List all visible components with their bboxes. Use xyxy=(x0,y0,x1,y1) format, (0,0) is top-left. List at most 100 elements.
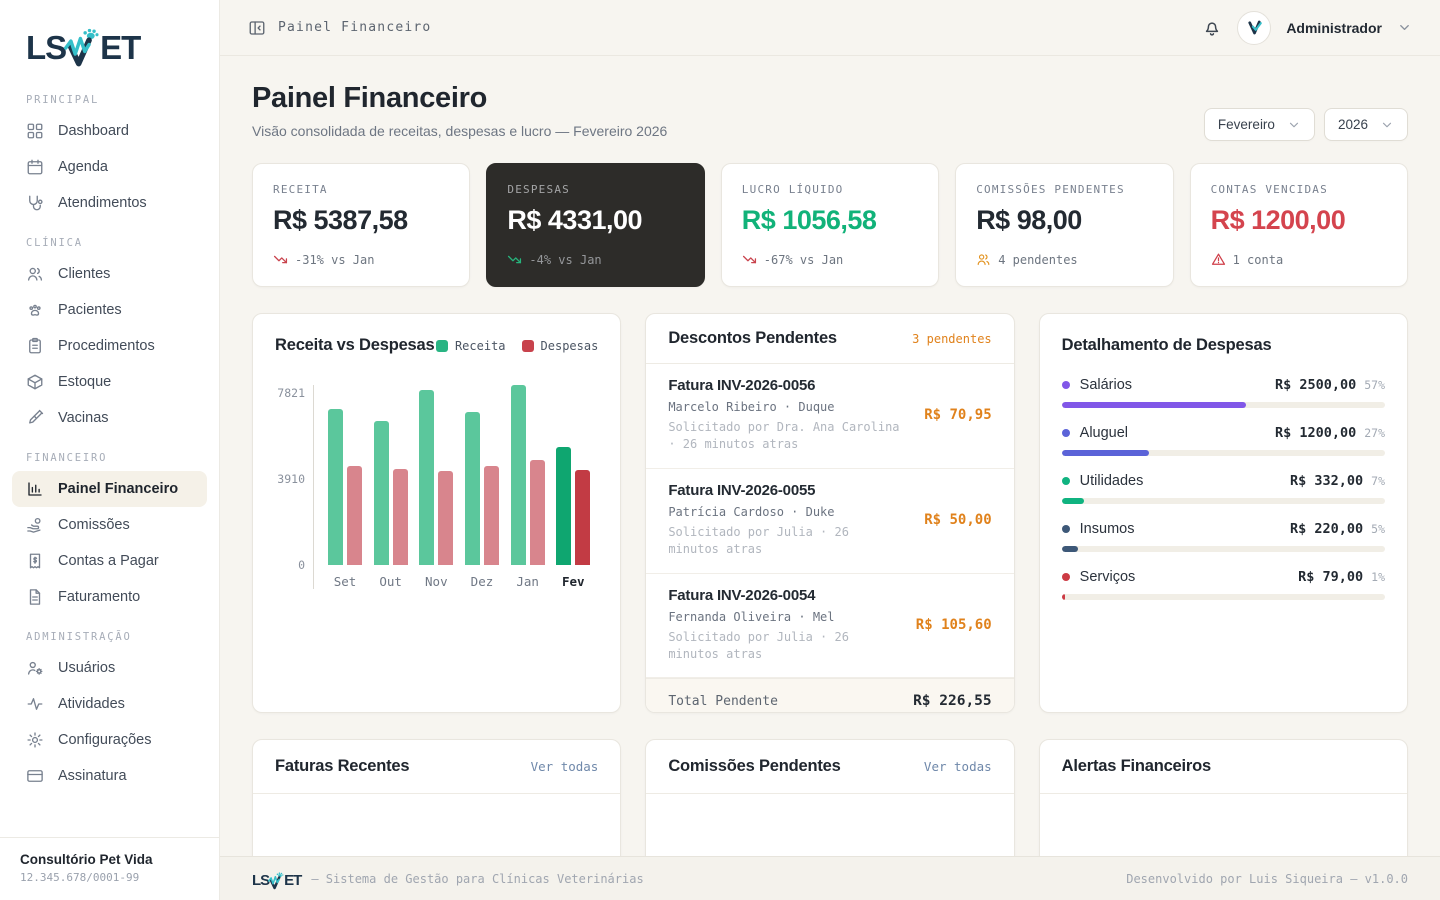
expense-row-salarios: Salários R$ 2500,00 57% xyxy=(1061,377,1385,408)
category-name: Insumos xyxy=(1079,521,1135,537)
sidebar-item-atendimentos[interactable]: Atendimentos xyxy=(12,185,207,221)
receita-bar xyxy=(419,389,435,565)
legend-label: Despesas xyxy=(540,338,599,353)
page-content: Painel Financeiro Visão consolidada de r… xyxy=(220,56,1440,856)
despesas-bar xyxy=(392,468,408,565)
topbar: Painel Financeiro Administrador xyxy=(220,0,1440,56)
sidebar-item-configuracoes[interactable]: Configurações xyxy=(12,722,207,758)
sidebar-item-label: Usuários xyxy=(58,660,116,676)
sidebar-toggle-icon[interactable] xyxy=(248,19,266,37)
sidebar-item-label: Faturamento xyxy=(58,589,141,605)
ver-todas-link[interactable]: Ver todas xyxy=(531,759,599,774)
footer-logo-prefix: LS xyxy=(252,871,270,889)
user-menu-chevron-down-icon[interactable] xyxy=(1397,20,1412,35)
sidebar-item-faturamento[interactable]: Faturamento xyxy=(12,579,207,615)
paw-icon xyxy=(26,301,44,319)
despesas-bar xyxy=(483,466,499,565)
kpi-value: R$ 1056,58 xyxy=(741,205,877,235)
sidebar-item-usuarios[interactable]: Usuários xyxy=(12,650,207,686)
category-progress-fill xyxy=(1061,498,1085,504)
sidebar-item-label: Procedimentos xyxy=(58,338,155,354)
invoice-title: Fatura INV-2026-0055 xyxy=(668,481,816,499)
kpi-card-receita[interactable]: RECEITA R$ 5387,58 -31% vs Jan xyxy=(252,163,471,287)
sidebar-item-vacinas[interactable]: Vacinas xyxy=(12,400,207,436)
y-axis-tick: 7821 xyxy=(277,386,305,401)
month-select-value: Fevereiro xyxy=(1217,117,1275,132)
sidebar-item-agenda[interactable]: Agenda xyxy=(12,149,207,185)
kpi-card-comissoes-pendentes[interactable]: COMISSÕES PENDENTES R$ 98,00 4 pendentes xyxy=(955,163,1174,287)
kpi-trend-text: -31% vs Jan xyxy=(295,252,375,267)
category-name: Salários xyxy=(1079,377,1133,393)
category-progress-fill xyxy=(1061,402,1246,408)
bar-chart: 7821 3910 0 Set Out Nov Dez Jan Fev xyxy=(275,385,598,589)
card-title: Alertas Financeiros xyxy=(1061,757,1212,775)
activity-icon xyxy=(26,695,44,713)
despesas-bar xyxy=(575,469,591,565)
kpi-card-lucro-liquido[interactable]: LUCRO LÍQUIDO R$ 1056,58 -67% vs Jan xyxy=(720,163,940,287)
chevron-down-icon xyxy=(1287,118,1301,132)
chart-plot: Set Out Nov Dez Jan Fev xyxy=(313,385,598,589)
month-select[interactable]: Fevereiro xyxy=(1203,108,1315,141)
pending-total-row: Total Pendente R$ 226,55 xyxy=(646,678,1014,712)
legend-swatch xyxy=(521,339,534,352)
footer-logo-suffix: ET xyxy=(284,871,302,889)
logo-text-prefix: LS xyxy=(26,29,67,66)
sidebar-item-assinatura[interactable]: Assinatura xyxy=(12,758,207,794)
revenue-vs-expenses-chart-card: Receita vs Despesas Receita Despesas 7821… xyxy=(252,313,622,713)
discount-item-fatura-inv-2026-0056[interactable]: Fatura INV-2026-0056 Marcelo Ribeiro · Du… xyxy=(646,364,1014,469)
sidebar-item-comissoes[interactable]: Comissões xyxy=(12,507,207,543)
despesas-bar xyxy=(347,466,362,565)
page-subtitle: Visão consolidada de receitas, despesas … xyxy=(252,123,668,139)
settings-icon xyxy=(26,731,44,749)
sidebar-item-painel-financeiro[interactable]: Painel Financeiro xyxy=(12,471,207,507)
legend-item-receita: Receita xyxy=(435,339,506,353)
category-progress-fill xyxy=(1061,546,1078,552)
sidebar-item-label: Atendimentos xyxy=(58,195,147,211)
kpi-card-despesas[interactable]: DESPESAS R$ 4331,00 -4% vs Jan xyxy=(486,163,705,287)
user-menu-label[interactable]: Administrador xyxy=(1286,20,1382,36)
category-amount: R$ 79,00 xyxy=(1298,569,1364,585)
kpi-value: R$ 98,00 xyxy=(976,205,1082,235)
bottom-cards-row: Faturas Recentes Ver todas Comissões Pende… xyxy=(252,739,1408,856)
bar-group-jan: Jan xyxy=(510,385,545,589)
sidebar-item-estoque[interactable]: Estoque xyxy=(12,364,207,400)
receita-bar xyxy=(510,385,526,565)
legend-item-despesas: Despesas xyxy=(521,338,599,353)
main-area: Painel Financeiro Administrador Painel F… xyxy=(220,0,1440,900)
category-progress-fill xyxy=(1061,450,1149,456)
sidebar-item-procedimentos[interactable]: Procedimentos xyxy=(12,328,207,364)
invoice-note: Solicitado por Julia · 26 minutos atras xyxy=(668,629,849,661)
comissoes-pendentes-card: Comissões Pendentes Ver todas xyxy=(645,739,1015,856)
stethoscope-icon xyxy=(26,194,44,212)
sidebar-item-contas-a-pagar[interactable]: Contas a Pagar xyxy=(12,543,207,579)
receita-bar xyxy=(373,420,389,565)
app-logo[interactable]: LS ET xyxy=(0,0,219,74)
discount-item-fatura-inv-2026-0054[interactable]: Fatura INV-2026-0054 Fernanda Oliveira · … xyxy=(646,574,1014,679)
category-progress-track xyxy=(1061,402,1385,408)
kpi-label: LUCRO LÍQUIDO xyxy=(741,183,844,196)
kpi-card-contas-vencidas[interactable]: CONTAS VENCIDAS R$ 1200,00 1 conta xyxy=(1189,163,1408,287)
discount-item-fatura-inv-2026-0055[interactable]: Fatura INV-2026-0055 Patrícia Cardoso · D… xyxy=(646,469,1014,574)
kpi-row: RECEITA R$ 5387,58 -31% vs Jan DESPESAS R$ 4… xyxy=(252,163,1408,287)
sidebar-item-label: Clientes xyxy=(58,266,111,282)
sidebar-item-atividades[interactable]: Atividades xyxy=(12,686,207,722)
sidebar-item-dashboard[interactable]: Dashboard xyxy=(12,113,207,149)
page-title: Painel Financeiro xyxy=(252,82,488,114)
kpi-trend-text: 1 conta xyxy=(1232,252,1284,267)
avatar[interactable] xyxy=(1237,10,1272,45)
ver-todas-link[interactable]: Ver todas xyxy=(924,759,992,774)
sidebar-section-label-administracao: ADMINISTRAÇÃO xyxy=(26,631,132,643)
year-select[interactable]: 2026 xyxy=(1323,108,1408,141)
x-axis-label: Set xyxy=(333,574,357,589)
bar-group-out: Out xyxy=(373,385,408,589)
x-axis-label: Jan xyxy=(516,574,539,589)
sidebar-item-clientes[interactable]: Clientes xyxy=(12,256,207,292)
file-text-icon xyxy=(26,588,44,606)
category-amount: R$ 332,00 xyxy=(1289,473,1364,489)
sidebar: LS ET PRINCIPAL Dashboard Agenda Atendiment… xyxy=(0,0,220,900)
sidebar-item-pacientes[interactable]: Pacientes xyxy=(12,292,207,328)
footer-logo-pulse-icon xyxy=(268,871,285,890)
sidebar-item-label: Assinatura xyxy=(58,768,127,784)
notifications-bell-icon[interactable] xyxy=(1202,18,1222,38)
legend-swatch xyxy=(435,339,448,352)
